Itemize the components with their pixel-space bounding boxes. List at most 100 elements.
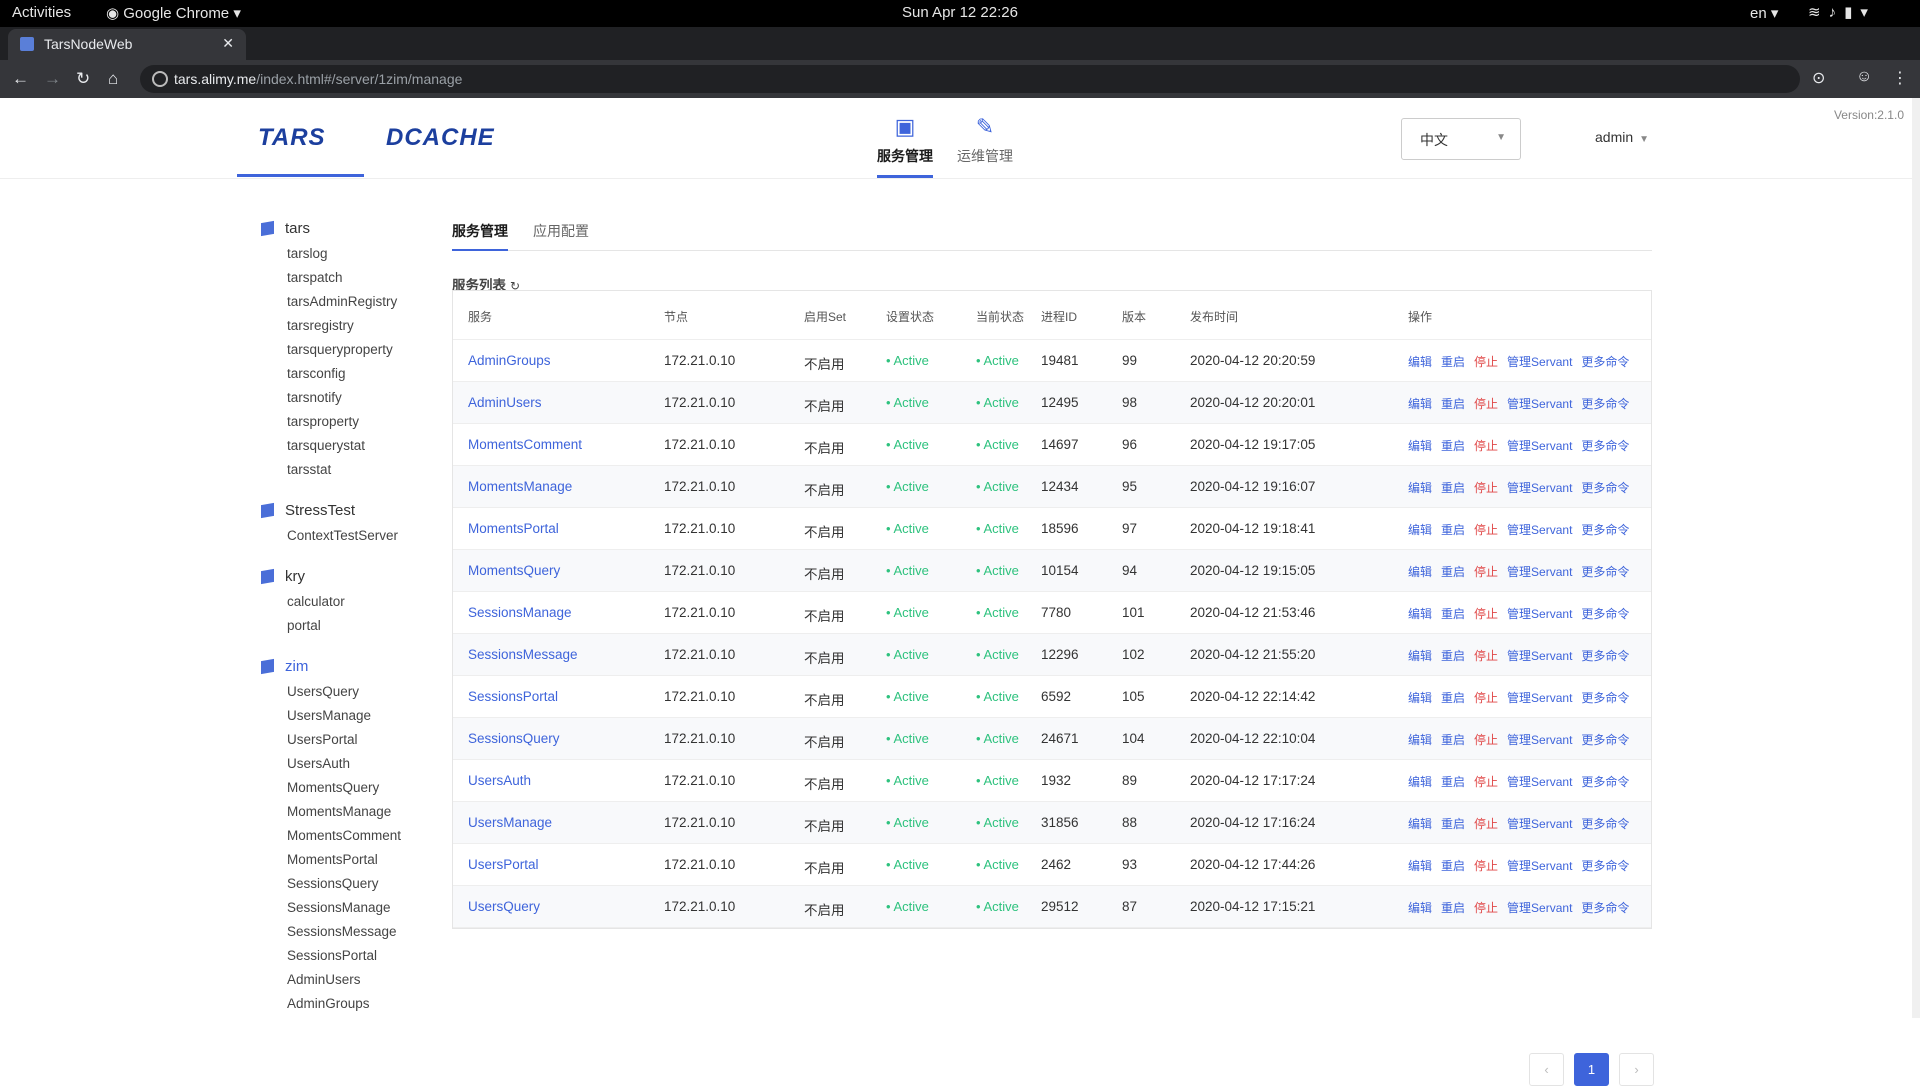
system-tray[interactable]: ≋♪▮▾ bbox=[1808, 3, 1876, 21]
stop-link[interactable]: 停止 bbox=[1474, 439, 1498, 453]
clock[interactable]: Sun Apr 12 22:26 bbox=[0, 4, 1920, 21]
manage-servant-link[interactable]: 管理Servant bbox=[1507, 523, 1572, 537]
tree-server-item[interactable]: MomentsQuery bbox=[258, 776, 458, 800]
edit-link[interactable]: 编辑 bbox=[1408, 565, 1432, 579]
tree-server-item[interactable]: MomentsPortal bbox=[258, 848, 458, 872]
more-commands-link[interactable]: 更多命令 bbox=[1581, 355, 1629, 369]
tree-server-item[interactable]: portal bbox=[258, 614, 458, 638]
forward-icon[interactable]: → bbox=[44, 69, 61, 89]
url-text[interactable]: tars.alimy.me/index.html#/server/1zim/ma… bbox=[174, 71, 462, 87]
browser-tab[interactable]: TarsNodeWeb ✕ bbox=[8, 29, 246, 60]
tree-server-item[interactable]: ContextTestServer bbox=[258, 524, 458, 548]
site-info-icon[interactable] bbox=[152, 71, 168, 87]
restart-link[interactable]: 重启 bbox=[1441, 733, 1465, 747]
stop-link[interactable]: 停止 bbox=[1474, 859, 1498, 873]
manage-servant-link[interactable]: 管理Servant bbox=[1507, 901, 1572, 915]
tree-server-item[interactable]: SessionsMessage bbox=[258, 920, 458, 944]
more-commands-link[interactable]: 更多命令 bbox=[1581, 607, 1629, 621]
tree-server-item[interactable]: MomentsManage bbox=[258, 800, 458, 824]
address-bar[interactable]: tars.alimy.me/index.html#/server/1zim/ma… bbox=[140, 65, 1800, 93]
service-name-link[interactable]: SessionsMessage bbox=[468, 647, 578, 662]
manage-servant-link[interactable]: 管理Servant bbox=[1507, 817, 1572, 831]
reload-icon[interactable]: ↻ bbox=[76, 69, 90, 89]
tree-server-item[interactable]: UsersManage bbox=[258, 704, 458, 728]
prev-page-button[interactable]: ‹ bbox=[1529, 1053, 1564, 1086]
more-commands-link[interactable]: 更多命令 bbox=[1581, 649, 1629, 663]
dcache-logo[interactable]: DCACHE bbox=[386, 124, 495, 152]
restart-link[interactable]: 重启 bbox=[1441, 397, 1465, 411]
tree-server-item[interactable]: SessionsPortal bbox=[258, 944, 458, 968]
tree-server-item[interactable]: MomentsComment bbox=[258, 824, 458, 848]
restart-link[interactable]: 重启 bbox=[1441, 775, 1465, 789]
more-commands-link[interactable]: 更多命令 bbox=[1581, 775, 1629, 789]
restart-link[interactable]: 重启 bbox=[1441, 859, 1465, 873]
restart-link[interactable]: 重启 bbox=[1441, 607, 1465, 621]
manage-servant-link[interactable]: 管理Servant bbox=[1507, 775, 1572, 789]
stop-link[interactable]: 停止 bbox=[1474, 649, 1498, 663]
tab-app-config[interactable]: 应用配置 bbox=[533, 221, 589, 241]
tree-server-item[interactable]: tarsnotify bbox=[258, 386, 458, 410]
service-name-link[interactable]: UsersQuery bbox=[468, 899, 540, 914]
stop-link[interactable]: 停止 bbox=[1474, 565, 1498, 579]
more-commands-link[interactable]: 更多命令 bbox=[1581, 481, 1629, 495]
more-commands-link[interactable]: 更多命令 bbox=[1581, 523, 1629, 537]
restart-link[interactable]: 重启 bbox=[1441, 817, 1465, 831]
next-page-button[interactable]: › bbox=[1619, 1053, 1654, 1086]
manage-servant-link[interactable]: 管理Servant bbox=[1507, 733, 1572, 747]
stop-link[interactable]: 停止 bbox=[1474, 691, 1498, 705]
service-name-link[interactable]: MomentsPortal bbox=[468, 521, 559, 536]
tree-server-item[interactable]: tarsstat bbox=[258, 458, 458, 482]
manage-servant-link[interactable]: 管理Servant bbox=[1507, 649, 1572, 663]
restart-link[interactable]: 重启 bbox=[1441, 523, 1465, 537]
manage-servant-link[interactable]: 管理Servant bbox=[1507, 859, 1572, 873]
service-name-link[interactable]: UsersPortal bbox=[468, 857, 539, 872]
stop-link[interactable]: 停止 bbox=[1474, 733, 1498, 747]
edit-link[interactable]: 编辑 bbox=[1408, 775, 1432, 789]
nav-service-management[interactable]: ▣ 服务管理 bbox=[877, 114, 933, 166]
manage-servant-link[interactable]: 管理Servant bbox=[1507, 691, 1572, 705]
tree-server-item[interactable]: tarslog bbox=[258, 242, 458, 266]
tree-server-item[interactable]: SessionsQuery bbox=[258, 872, 458, 896]
service-name-link[interactable]: UsersManage bbox=[468, 815, 552, 830]
language-select[interactable]: 中文 ▼ bbox=[1401, 118, 1521, 160]
more-commands-link[interactable]: 更多命令 bbox=[1581, 439, 1629, 453]
edit-link[interactable]: 编辑 bbox=[1408, 481, 1432, 495]
profile-avatar[interactable]: ☺ bbox=[1856, 68, 1872, 86]
service-name-link[interactable]: SessionsManage bbox=[468, 605, 572, 620]
service-name-link[interactable]: AdminUsers bbox=[468, 395, 542, 410]
manage-servant-link[interactable]: 管理Servant bbox=[1507, 565, 1572, 579]
manage-servant-link[interactable]: 管理Servant bbox=[1507, 355, 1572, 369]
app-menu[interactable]: ◉ Google Chrome ▾ bbox=[106, 4, 241, 22]
nav-ops-management[interactable]: ✎ 运维管理 bbox=[957, 114, 1013, 166]
tree-server-item[interactable]: tarsregistry bbox=[258, 314, 458, 338]
manage-servant-link[interactable]: 管理Servant bbox=[1507, 439, 1572, 453]
service-name-link[interactable]: AdminGroups bbox=[468, 353, 551, 368]
home-icon[interactable]: ⌂ bbox=[108, 69, 118, 89]
stop-link[interactable]: 停止 bbox=[1474, 355, 1498, 369]
manage-servant-link[interactable]: 管理Servant bbox=[1507, 481, 1572, 495]
manage-servant-link[interactable]: 管理Servant bbox=[1507, 607, 1572, 621]
stop-link[interactable]: 停止 bbox=[1474, 481, 1498, 495]
edit-link[interactable]: 编辑 bbox=[1408, 355, 1432, 369]
service-name-link[interactable]: MomentsManage bbox=[468, 479, 572, 494]
tree-server-item[interactable]: calculator bbox=[258, 590, 458, 614]
close-tab-icon[interactable]: ✕ bbox=[222, 35, 234, 52]
more-commands-link[interactable]: 更多命令 bbox=[1581, 859, 1629, 873]
tree-server-item[interactable]: AdminGroups bbox=[258, 992, 458, 1016]
restart-link[interactable]: 重启 bbox=[1441, 439, 1465, 453]
tree-app-tars[interactable]: tars bbox=[258, 218, 458, 242]
more-commands-link[interactable]: 更多命令 bbox=[1581, 397, 1629, 411]
manage-servant-link[interactable]: 管理Servant bbox=[1507, 397, 1572, 411]
edit-link[interactable]: 编辑 bbox=[1408, 523, 1432, 537]
service-name-link[interactable]: SessionsQuery bbox=[468, 731, 560, 746]
tree-server-item[interactable]: SessionsManage bbox=[258, 896, 458, 920]
edit-link[interactable]: 编辑 bbox=[1408, 901, 1432, 915]
stop-link[interactable]: 停止 bbox=[1474, 397, 1498, 411]
edit-link[interactable]: 编辑 bbox=[1408, 439, 1432, 453]
tab-service-management[interactable]: 服务管理 bbox=[452, 221, 508, 241]
restart-link[interactable]: 重启 bbox=[1441, 649, 1465, 663]
tree-server-item[interactable]: tarsqueryproperty bbox=[258, 338, 458, 362]
activities-button[interactable]: Activities bbox=[12, 4, 71, 21]
tree-app-kry[interactable]: kry bbox=[258, 566, 458, 590]
extension-icon[interactable]: ⊙ bbox=[1812, 68, 1825, 88]
